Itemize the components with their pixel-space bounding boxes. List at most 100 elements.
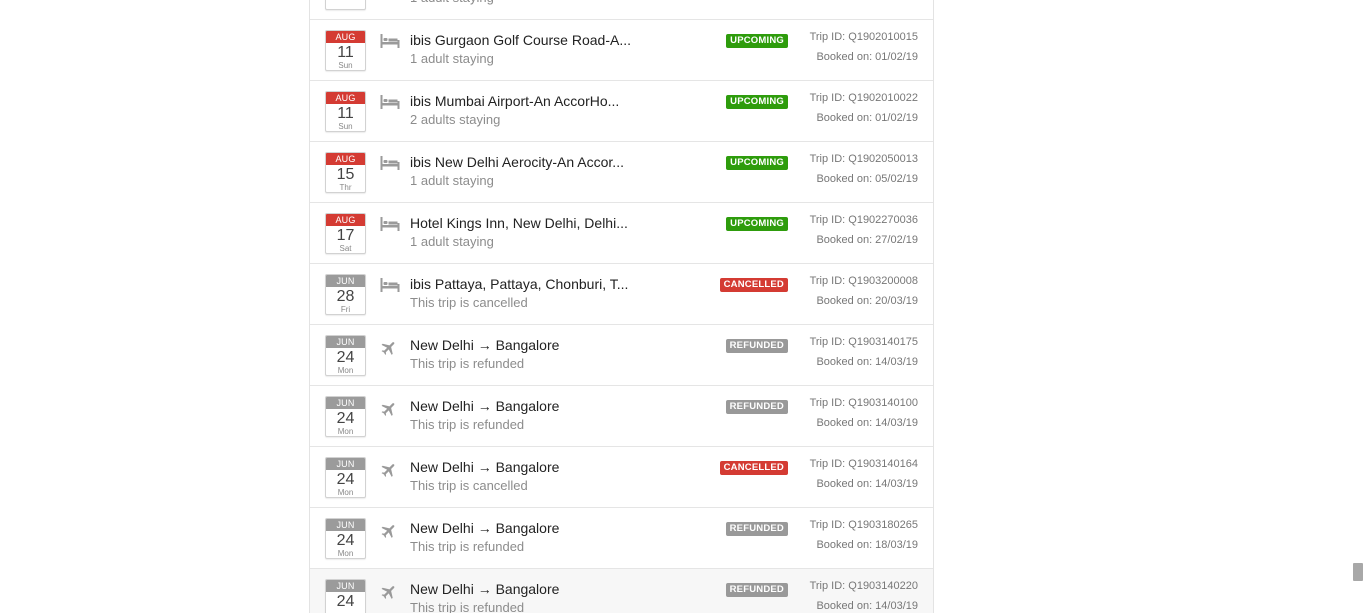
booked-on-date: Booked on: 01/02/19 (816, 0, 918, 2)
trip-row[interactable]: AUG 17 Sat Hotel Kings Inn, New Delhi, D… (310, 203, 933, 264)
trip-title[interactable]: New Delhi → Bangalore (410, 581, 650, 597)
booked-on-date: Booked on: 05/02/19 (816, 173, 918, 185)
trip-title[interactable]: New Delhi → Bangalore (410, 337, 650, 353)
calendar-day: 11 (337, 105, 354, 122)
trip-row[interactable]: Sat 1 adult staying Booked on: 01/02/19 (310, 0, 933, 20)
calendar-date-badge: JUN 24 Mon (325, 335, 366, 376)
trip-row[interactable]: JUN 24 New Delhi → Bangalore This trip i… (310, 569, 933, 613)
trip-subtitle: 2 adults staying (410, 112, 501, 127)
trip-subtitle: This trip is cancelled (410, 295, 528, 310)
status-badge: CANCELLED (719, 461, 788, 475)
trip-id: Trip ID: Q1903140220 (809, 580, 918, 592)
trip-row[interactable]: AUG 11 Sun ibis Gurgaon Golf Course Road… (310, 20, 933, 81)
status-badge: UPCOMING (726, 217, 788, 231)
trip-title[interactable]: ibis New Delhi Aerocity-An Accor... (410, 154, 650, 170)
trip-row[interactable]: JUN 24 Mon New Delhi → Bangalore This tr… (310, 508, 933, 569)
bed-icon (380, 278, 400, 294)
trip-subtitle: This trip is refunded (410, 356, 525, 371)
airplane-icon (380, 583, 400, 599)
bed-icon (380, 95, 400, 111)
calendar-weekday: Fri (340, 305, 351, 314)
calendar-day: 24 (336, 532, 355, 549)
calendar-date-badge: AUG 15 Thr (325, 152, 366, 193)
trip-title[interactable]: New Delhi → Bangalore (410, 398, 650, 414)
trip-id: Trip ID: Q1902010015 (809, 31, 918, 43)
calendar-month: JUN (326, 458, 365, 470)
trip-subtitle: This trip is refunded (410, 600, 525, 613)
trip-row[interactable]: JUN 24 Mon New Delhi → Bangalore This tr… (310, 447, 933, 508)
trip-id: Trip ID: Q1903140164 (809, 458, 918, 470)
calendar-date-badge: JUN 24 Mon (325, 396, 366, 437)
calendar-month: JUN (326, 519, 365, 531)
calendar-weekday: Mon (337, 488, 354, 497)
trip-id: Trip ID: Q1902010022 (809, 92, 918, 104)
trip-row[interactable]: JUN 24 Mon New Delhi → Bangalore This tr… (310, 325, 933, 386)
airplane-icon (380, 522, 400, 538)
airplane-icon (380, 339, 400, 355)
status-badge: REFUNDED (725, 400, 788, 414)
trip-title[interactable]: ibis Mumbai Airport-An AccorHo... (410, 93, 650, 109)
calendar-month: AUG (326, 153, 365, 165)
booked-on-date: Booked on: 01/02/19 (816, 51, 918, 63)
page: Sat 1 adult staying Booked on: 01/02/19 … (0, 0, 1366, 613)
calendar-day: 24 (336, 410, 355, 427)
scrollbar-thumb[interactable] (1353, 563, 1363, 581)
calendar-date-badge: AUG 11 Sun (325, 91, 366, 132)
calendar-date-badge: Sat (325, 0, 366, 10)
calendar-weekday: Sun (338, 61, 353, 70)
trip-title[interactable]: ibis Gurgaon Golf Course Road-A... (410, 32, 650, 48)
trip-subtitle: This trip is refunded (410, 539, 525, 554)
calendar-weekday: Sat (339, 244, 352, 253)
bed-icon (380, 34, 400, 50)
bed-icon (380, 217, 400, 233)
trip-list: Sat 1 adult staying Booked on: 01/02/19 … (309, 0, 934, 613)
booked-on-date: Booked on: 14/03/19 (816, 356, 918, 368)
trip-subtitle: 1 adult staying (410, 0, 494, 5)
calendar-date-badge: JUN 24 Mon (325, 518, 366, 559)
airplane-icon (380, 400, 400, 416)
page-scrollbar[interactable] (1349, 0, 1366, 613)
calendar-day: 28 (336, 288, 355, 305)
trip-id: Trip ID: Q1903180265 (809, 519, 918, 531)
calendar-month: AUG (326, 31, 365, 43)
trip-id: Trip ID: Q1903200008 (809, 275, 918, 287)
booked-on-date: Booked on: 01/02/19 (816, 112, 918, 124)
calendar-month: JUN (326, 397, 365, 409)
trip-subtitle: 1 adult staying (410, 234, 494, 249)
status-badge: REFUNDED (725, 339, 788, 353)
calendar-date-badge: JUN 24 (325, 579, 366, 613)
calendar-month: JUN (326, 336, 365, 348)
calendar-month: JUN (326, 275, 365, 287)
status-badge: REFUNDED (725, 583, 788, 597)
trip-title[interactable]: Hotel Kings Inn, New Delhi, Delhi... (410, 215, 650, 231)
calendar-day: 11 (337, 44, 354, 61)
calendar-month: AUG (326, 92, 365, 104)
bed-icon (380, 156, 400, 172)
trip-row[interactable]: JUN 24 Mon New Delhi → Bangalore This tr… (310, 386, 933, 447)
booked-on-date: Booked on: 18/03/19 (816, 539, 918, 551)
status-badge: UPCOMING (726, 95, 788, 109)
airplane-icon (380, 461, 400, 477)
trip-id: Trip ID: Q1902270036 (809, 214, 918, 226)
calendar-day: 24 (336, 349, 355, 366)
trip-row[interactable]: AUG 11 Sun ibis Mumbai Airport-An AccorH… (310, 81, 933, 142)
calendar-month: AUG (326, 214, 365, 226)
status-badge: CANCELLED (719, 278, 788, 292)
calendar-date-badge: AUG 11 Sun (325, 30, 366, 71)
status-badge: UPCOMING (726, 156, 788, 170)
booked-on-date: Booked on: 14/03/19 (816, 600, 918, 612)
calendar-weekday: Mon (337, 549, 354, 558)
trip-id: Trip ID: Q1903140100 (809, 397, 918, 409)
trip-title[interactable]: ibis Pattaya, Pattaya, Chonburi, T... (410, 276, 650, 292)
calendar-day: 15 (336, 166, 355, 183)
booked-on-date: Booked on: 27/02/19 (816, 234, 918, 246)
calendar-day: 24 (336, 471, 355, 488)
trip-row[interactable]: AUG 15 Thr ibis New Delhi Aerocity-An Ac… (310, 142, 933, 203)
calendar-weekday: Mon (337, 366, 354, 375)
status-badge: REFUNDED (725, 522, 788, 536)
trip-row[interactable]: JUN 28 Fri ibis Pattaya, Pattaya, Chonbu… (310, 264, 933, 325)
calendar-day: 17 (336, 227, 355, 244)
trip-title[interactable]: New Delhi → Bangalore (410, 520, 650, 536)
booked-on-date: Booked on: 14/03/19 (816, 478, 918, 490)
trip-title[interactable]: New Delhi → Bangalore (410, 459, 650, 475)
